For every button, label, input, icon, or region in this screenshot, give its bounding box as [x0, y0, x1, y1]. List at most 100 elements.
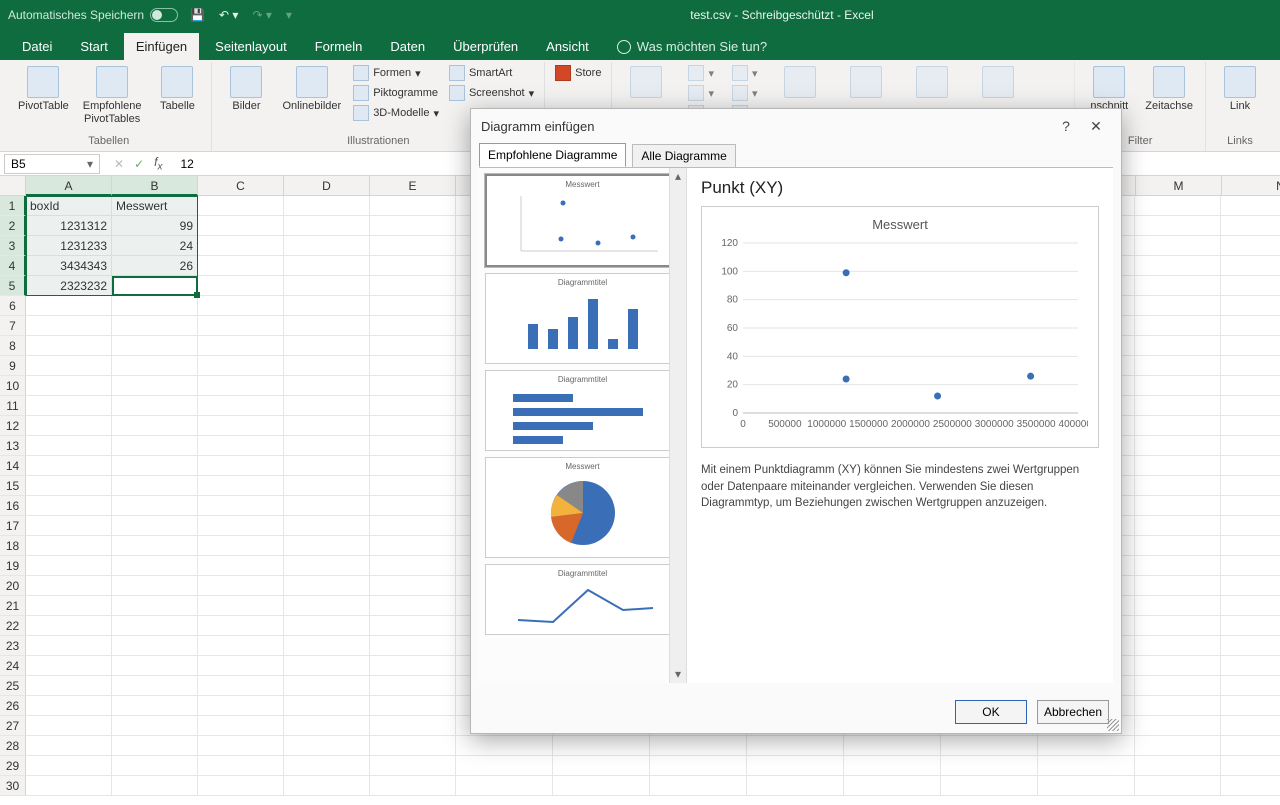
timeline-button[interactable]: Zeitachse	[1141, 64, 1197, 115]
cell[interactable]	[370, 396, 456, 416]
row-header[interactable]: 16	[0, 496, 26, 516]
row-header[interactable]: 15	[0, 476, 26, 496]
cell[interactable]	[284, 496, 370, 516]
cell[interactable]	[456, 736, 553, 756]
recommended-charts-button[interactable]	[620, 64, 672, 100]
cell[interactable]	[26, 496, 112, 516]
cell[interactable]	[198, 596, 284, 616]
cell[interactable]	[26, 576, 112, 596]
cell[interactable]	[284, 536, 370, 556]
cell[interactable]: 99	[112, 216, 198, 236]
tab-recommended-charts[interactable]: Empfohlene Diagramme	[479, 143, 626, 167]
3d-models-button[interactable]: 3D-Modelle ▾	[351, 104, 441, 122]
tab-all-charts[interactable]: Alle Diagramme	[632, 144, 735, 167]
row-header[interactable]: 11	[0, 396, 26, 416]
cell[interactable]	[198, 536, 284, 556]
cell[interactable]	[1135, 216, 1221, 236]
cell[interactable]: Messwert	[112, 196, 198, 216]
cell[interactable]	[370, 556, 456, 576]
thumb-column[interactable]: Diagrammtitel	[485, 273, 680, 364]
chart-line-icon[interactable]: ▾	[686, 84, 716, 102]
cell[interactable]	[198, 736, 284, 756]
col-header-c[interactable]: C	[198, 176, 284, 195]
cell[interactable]	[1135, 276, 1221, 296]
cell[interactable]	[198, 356, 284, 376]
cell[interactable]	[370, 496, 456, 516]
cell[interactable]	[198, 236, 284, 256]
tab-datei[interactable]: Datei	[10, 33, 64, 60]
cell[interactable]	[1221, 556, 1280, 576]
cell[interactable]	[112, 636, 198, 656]
cell[interactable]	[1135, 236, 1221, 256]
store-button[interactable]: Store	[553, 64, 603, 82]
cell[interactable]	[1038, 736, 1135, 756]
cell[interactable]	[112, 596, 198, 616]
cell[interactable]	[112, 436, 198, 456]
cell[interactable]	[26, 396, 112, 416]
cell[interactable]	[26, 516, 112, 536]
cell[interactable]	[198, 276, 284, 296]
cell[interactable]	[1221, 396, 1280, 416]
chevron-down-icon[interactable]: ▾	[87, 157, 93, 171]
chart-area-icon[interactable]: ▾	[730, 64, 760, 82]
cell[interactable]	[1221, 776, 1280, 796]
cell[interactable]	[26, 696, 112, 716]
cell[interactable]	[26, 776, 112, 796]
cell[interactable]	[198, 696, 284, 716]
col-header-m[interactable]: M	[1136, 176, 1222, 195]
fill-handle[interactable]	[194, 292, 200, 298]
cell[interactable]	[370, 576, 456, 596]
cell[interactable]	[26, 436, 112, 456]
tab-ansicht[interactable]: Ansicht	[534, 33, 601, 60]
cell[interactable]	[198, 616, 284, 636]
cell[interactable]	[284, 596, 370, 616]
cell[interactable]	[1038, 756, 1135, 776]
cell[interactable]	[844, 756, 941, 776]
cell[interactable]	[112, 456, 198, 476]
cell[interactable]	[370, 376, 456, 396]
sparkline-button[interactable]	[972, 64, 1024, 100]
row-header[interactable]: 14	[0, 456, 26, 476]
cell[interactable]	[1221, 316, 1280, 336]
cell[interactable]	[26, 676, 112, 696]
cell[interactable]	[844, 776, 941, 796]
cell[interactable]	[370, 656, 456, 676]
toggle-off-icon[interactable]	[150, 8, 178, 22]
cell[interactable]	[198, 196, 284, 216]
cell[interactable]	[370, 736, 456, 756]
cell[interactable]	[284, 436, 370, 456]
cell[interactable]	[1221, 296, 1280, 316]
cell[interactable]	[26, 336, 112, 356]
cell[interactable]	[112, 776, 198, 796]
cell[interactable]	[1135, 676, 1221, 696]
cell[interactable]	[26, 656, 112, 676]
cell[interactable]	[370, 216, 456, 236]
cell[interactable]	[26, 756, 112, 776]
cell[interactable]	[1135, 496, 1221, 516]
help-icon[interactable]: ?	[1051, 118, 1081, 134]
cell[interactable]	[941, 736, 1038, 756]
scroll-down-icon[interactable]: ▾	[670, 666, 686, 683]
cell[interactable]	[1221, 216, 1280, 236]
tab-seitenlayout[interactable]: Seitenlayout	[203, 33, 299, 60]
cell[interactable]	[198, 336, 284, 356]
cell[interactable]	[1135, 256, 1221, 276]
cell[interactable]	[1135, 396, 1221, 416]
cell[interactable]	[284, 296, 370, 316]
cell[interactable]	[370, 336, 456, 356]
row-header[interactable]: 10	[0, 376, 26, 396]
cell[interactable]	[112, 616, 198, 636]
cell[interactable]	[370, 716, 456, 736]
cancel-icon[interactable]: ✕	[114, 157, 124, 171]
cell[interactable]	[112, 736, 198, 756]
cell[interactable]	[198, 776, 284, 796]
cell[interactable]	[1135, 696, 1221, 716]
save-icon[interactable]: 💾	[190, 8, 205, 22]
link-button[interactable]: Link	[1214, 64, 1266, 115]
cell[interactable]	[370, 776, 456, 796]
row-header[interactable]: 20	[0, 576, 26, 596]
row-header[interactable]: 27	[0, 716, 26, 736]
cell[interactable]	[284, 276, 370, 296]
cell[interactable]	[1221, 756, 1280, 776]
cell[interactable]	[112, 296, 198, 316]
